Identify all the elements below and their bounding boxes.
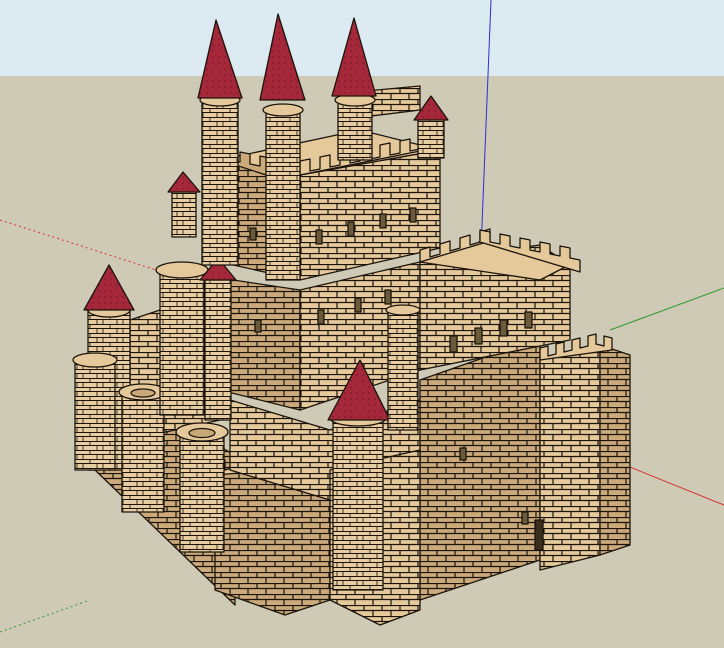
mid-left-tower-hole — [130, 388, 156, 398]
right-turret-body[interactable] — [417, 117, 445, 159]
front-cone-tower-body[interactable] — [332, 417, 384, 591]
right-wing-door — [534, 519, 544, 551]
keep-left-tower[interactable] — [159, 269, 205, 416]
front-left-tower-hole — [188, 427, 216, 439]
small-left-turret[interactable] — [171, 191, 197, 238]
right-wing-side[interactable] — [599, 344, 631, 556]
left-crenellated-tower[interactable] — [74, 359, 116, 471]
mid-left-tower[interactable] — [121, 391, 165, 513]
spire-tower-left-body[interactable] — [201, 99, 239, 266]
gate-side-tower-top — [385, 304, 421, 316]
spire-tower-center-top — [262, 103, 304, 117]
castle-scene[interactable] — [0, 0, 724, 648]
gate-side-tower[interactable] — [387, 309, 419, 431]
modeling-viewport[interactable] — [0, 0, 724, 648]
front-left-tower[interactable] — [179, 431, 225, 553]
right-wing-front[interactable] — [539, 344, 601, 571]
keep-side-tower[interactable] — [204, 279, 232, 421]
left-crenellated-tower-top — [72, 352, 118, 368]
gatehouse-front[interactable] — [419, 337, 541, 601]
keep-left-tower-top — [155, 261, 209, 279]
spire-tower-right-body[interactable] — [337, 99, 373, 161]
spire-tower-center-body[interactable] — [265, 109, 301, 281]
